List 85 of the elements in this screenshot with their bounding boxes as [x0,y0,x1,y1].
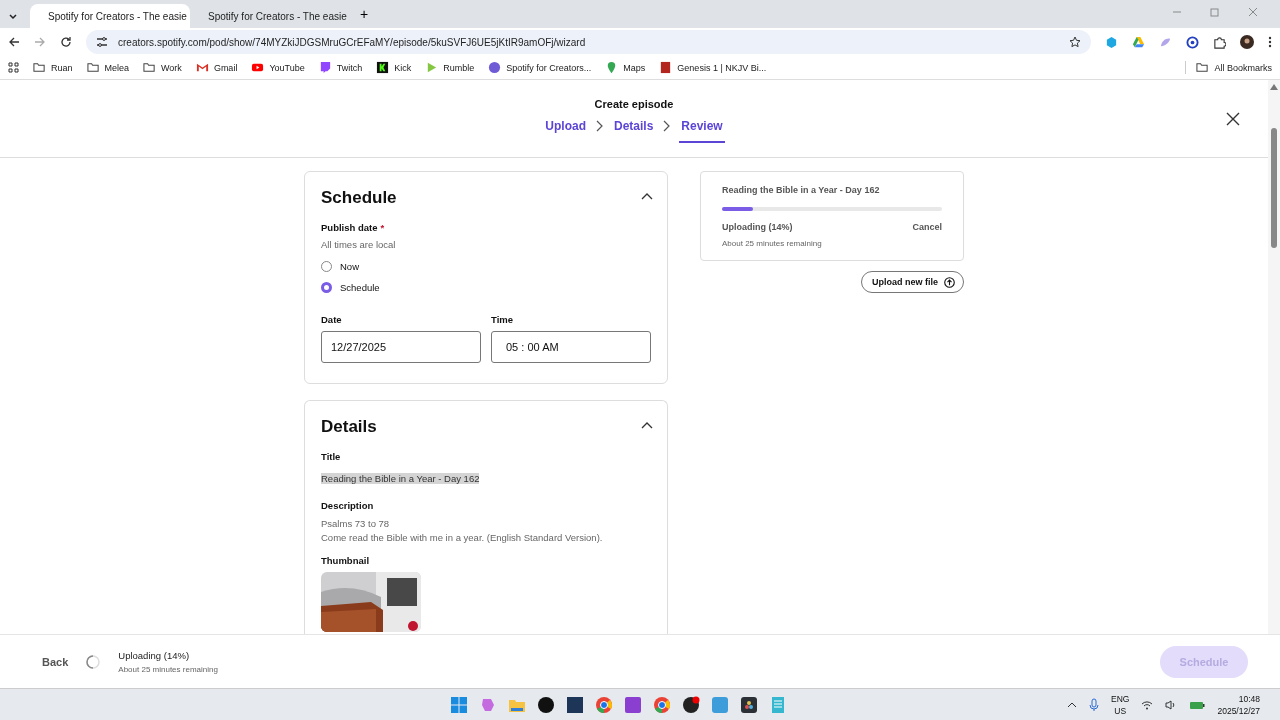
bookmark[interactable]: Twitch [318,61,363,74]
drive-icon[interactable] [1132,35,1145,49]
browser-tab[interactable]: Spotify for Creators - The easie [190,4,350,28]
hint-text: All times are local [321,239,397,250]
bookmark[interactable]: Maps [605,61,646,74]
upload-status: Uploading (14%) [722,222,793,232]
stream-icon [318,61,332,74]
book-icon [659,61,673,74]
bookmark[interactable]: Genesis 1 | NKJV Bi... [659,61,767,74]
folder-icon [143,61,157,74]
bookmark[interactable]: Gmail [195,61,238,74]
section-heading: Details [321,417,377,437]
microphone-icon[interactable] [1089,697,1100,712]
back-button[interactable]: Back [42,655,69,668]
close-button[interactable] [1224,110,1242,128]
bookmark[interactable]: Melea [86,61,130,74]
reload-icon[interactable] [60,36,72,48]
profile-avatar[interactable] [1240,35,1254,49]
time-remaining: About 25 minutes remaining [722,239,823,248]
play-icon [425,61,439,74]
page-title: Create episode [594,98,674,110]
caret-icon [9,13,17,19]
bookmark[interactable]: Spotify for Creators... [488,61,592,74]
back-icon[interactable] [8,36,20,48]
description-text: Psalms 73 to 78 Come read the Bible with me in a year. (English Standard Version). [321,517,604,545]
radio-option[interactable]: Now [321,256,651,277]
step-tab[interactable]: Review [679,119,725,143]
date-field[interactable]: 12/27/2025 [321,331,481,363]
start-icon[interactable] [450,695,468,714]
section-heading: Schedule [321,188,397,208]
address-bar[interactable]: creators.spotify.com/pod/show/74MYZkiJDGSMruGCrEFaMY/episode/5kuSVFJ6UE5jKtIR9amOFj/wizard [86,30,1091,54]
folder-icon [86,61,100,74]
upload-icon [944,276,955,288]
field-label: Publish date * [321,222,386,233]
close-window-icon[interactable] [1248,7,1258,17]
field-label: Description [321,500,375,511]
scroll-up-icon[interactable] [1270,84,1278,90]
video-icon [251,61,265,74]
upload-new-file-button[interactable]: Upload new file [861,271,964,293]
language-indicator[interactable]: ENG US [1111,692,1130,717]
menu-icon[interactable] [1268,36,1272,48]
chevron-up-icon[interactable] [1067,701,1078,708]
mail-icon [195,61,209,74]
chevron-up-icon[interactable] [641,192,653,200]
editor-icon[interactable] [740,695,758,714]
time-field[interactable]: 05 : 00 AM [491,331,651,363]
field-label: Title [321,451,342,462]
chevron-right-icon [595,120,604,132]
bookmark[interactable]: Work [143,61,182,74]
folder-icon [1196,61,1210,74]
record-icon[interactable] [682,695,700,714]
forward-icon[interactable] [34,36,46,48]
clock[interactable]: 10:48 2025/12/27 [1217,692,1260,717]
field-label: Time [491,314,514,325]
bookmark[interactable]: Rumble [425,61,475,74]
bookmark[interactable]: Ruan [33,61,73,74]
radio-option[interactable]: Schedule [321,277,651,298]
wifi-icon[interactable] [1141,699,1154,710]
folder-icon [33,61,46,74]
episode-title: Reading the Bible in a Year - Day 162 [722,185,881,195]
browser-tab[interactable]: Spotify for Creators - The easie [30,4,190,28]
chevron-up-icon[interactable] [641,421,653,429]
bookmark[interactable]: Kick [376,61,412,74]
browser-icon[interactable] [595,695,613,714]
cancel-link[interactable]: Cancel [912,222,942,232]
browser-icon[interactable] [653,695,671,714]
time-remaining: About 25 minutes remaining [118,664,219,674]
upload-status: Uploading (14%) [118,649,191,661]
field-label: Thumbnail [321,555,371,566]
new-tab-button[interactable]: + [356,6,372,24]
step-tab[interactable]: Upload [543,119,588,143]
spinner-icon [86,654,101,669]
extension-icon[interactable] [1186,35,1199,49]
step-tab[interactable]: Details [611,119,656,143]
field-label: Date [321,314,343,325]
title-value: Reading the Bible in a Year - Day 162 [321,473,480,484]
kick-icon [376,61,390,74]
all-bookmarks[interactable]: All Bookmarks [1185,61,1272,74]
scrollbar[interactable] [1268,80,1280,634]
disc-icon[interactable] [537,695,555,714]
puzzle-icon[interactable] [1213,35,1226,49]
apps-grid-icon[interactable] [8,62,19,73]
chevron-right-icon [663,120,672,132]
battery-icon[interactable] [1189,699,1206,710]
bookmark[interactable]: YouTube [251,61,305,74]
